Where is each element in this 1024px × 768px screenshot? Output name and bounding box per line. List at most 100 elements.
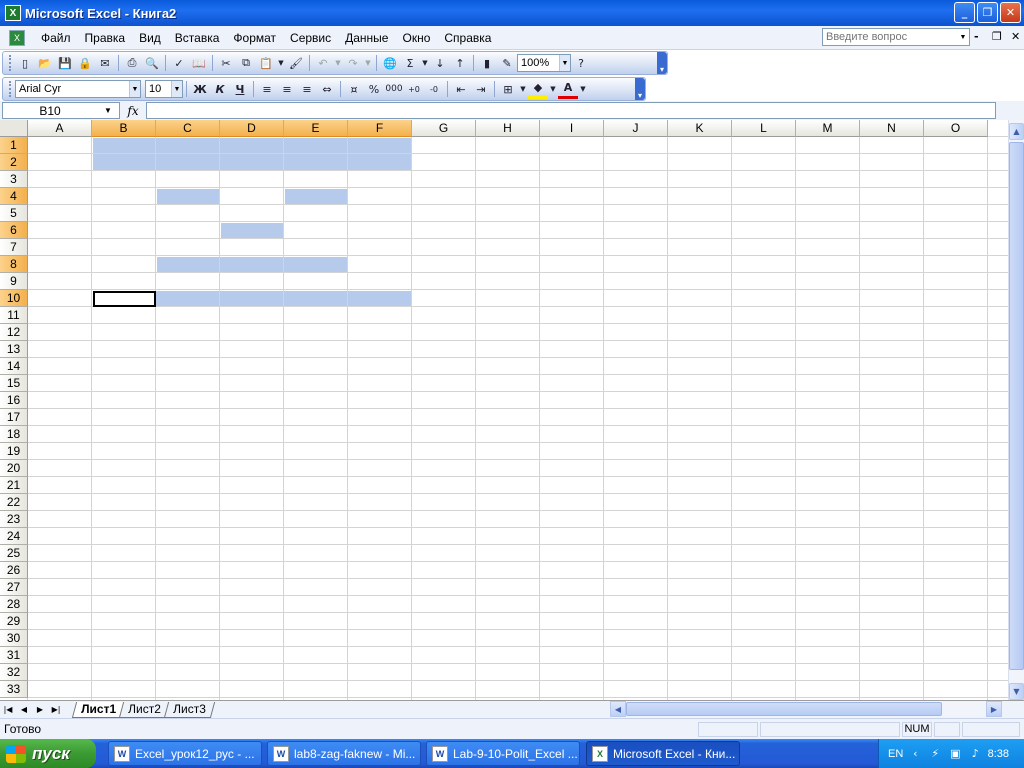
menu-window[interactable]: Окно — [395, 28, 437, 48]
taskbar-item-lab9-10[interactable]: W Lab-9-10-Polit_Excel ... — [426, 741, 580, 766]
currency-icon[interactable]: ¤ — [344, 79, 364, 99]
row-header[interactable]: 23 — [0, 511, 28, 528]
autosum-dropdown-icon[interactable]: ▼ — [420, 53, 430, 73]
sheet-tab-1[interactable]: Лист1 — [71, 701, 126, 718]
toolbar-options-icon[interactable]: ▾ — [657, 52, 667, 74]
language-indicator[interactable]: EN — [888, 748, 903, 760]
workbook-icon[interactable]: X — [9, 29, 25, 46]
column-header[interactable]: I — [540, 120, 604, 137]
row-header[interactable]: 8 — [0, 256, 28, 273]
select-all-corner[interactable] — [0, 120, 28, 137]
toolbar-grip[interactable] — [9, 81, 12, 97]
toolbar-grip[interactable] — [9, 55, 12, 71]
minimize-button[interactable]: _ — [954, 2, 975, 23]
row-header[interactable]: 4 — [0, 188, 28, 205]
column-header[interactable]: O — [924, 120, 988, 137]
print-preview-icon[interactable]: 🔍 — [142, 53, 162, 73]
row-header[interactable]: 29 — [0, 613, 28, 630]
column-header[interactable]: B — [92, 120, 156, 137]
column-header[interactable]: K — [668, 120, 732, 137]
new-document-icon[interactable]: ▯ — [15, 53, 35, 73]
redo-icon[interactable]: ↷ — [343, 53, 363, 73]
selected-range[interactable] — [285, 189, 347, 204]
close-button[interactable]: ✕ — [1000, 2, 1021, 23]
autosum-icon[interactable]: Σ — [400, 53, 420, 73]
print-icon[interactable]: ⎙ — [122, 53, 142, 73]
decrease-decimal-icon[interactable]: -0 — [424, 79, 444, 99]
column-header[interactable]: M — [796, 120, 860, 137]
row-header[interactable]: 18 — [0, 426, 28, 443]
scroll-down-icon[interactable]: ▼ — [1009, 683, 1024, 700]
selected-range[interactable] — [157, 257, 347, 272]
row-header[interactable]: 17 — [0, 409, 28, 426]
toolbar-options-icon[interactable]: ▾ — [635, 78, 645, 100]
row-header[interactable]: 14 — [0, 358, 28, 375]
format-painter-icon[interactable]: 🖌 — [286, 53, 306, 73]
save-icon[interactable]: 💾 — [55, 53, 75, 73]
chevron-down-icon[interactable]: ▼ — [171, 81, 182, 97]
menu-data[interactable]: Данные — [338, 28, 395, 48]
restore-button[interactable]: ❐ — [977, 2, 998, 23]
align-right-icon[interactable]: ≡ — [297, 79, 317, 99]
first-sheet-icon[interactable]: |◀ — [0, 705, 16, 714]
column-header[interactable]: J — [604, 120, 668, 137]
vertical-scrollbar[interactable]: ▲ ▼ — [1008, 120, 1024, 700]
paste-dropdown-icon[interactable]: ▼ — [276, 53, 286, 73]
selected-range[interactable] — [157, 189, 219, 204]
column-header[interactable]: E — [284, 120, 348, 137]
font-size-combo[interactable]: 10 ▼ — [145, 80, 183, 98]
row-header[interactable]: 7 — [0, 239, 28, 256]
row-header[interactable]: 30 — [0, 630, 28, 647]
formula-input[interactable] — [146, 102, 996, 119]
row-header[interactable]: 21 — [0, 477, 28, 494]
active-cell[interactable] — [93, 291, 156, 307]
paste-icon[interactable]: 📋 — [256, 53, 276, 73]
fill-color-icon[interactable]: ◆ — [528, 79, 548, 99]
row-header[interactable]: 13 — [0, 341, 28, 358]
percent-icon[interactable]: % — [364, 79, 384, 99]
menu-format[interactable]: Формат — [226, 28, 283, 48]
hyperlink-icon[interactable]: 🌐 — [380, 53, 400, 73]
row-header[interactable]: 25 — [0, 545, 28, 562]
column-header[interactable]: H — [476, 120, 540, 137]
taskbar-item-lab8[interactable]: W lab8-zag-faknew - Mi... — [267, 741, 421, 766]
column-header[interactable]: D — [220, 120, 284, 137]
sheet-tab-2[interactable]: Лист2 — [118, 701, 170, 718]
help-icon[interactable]: ? — [571, 53, 591, 73]
menu-file[interactable]: Файл — [34, 28, 78, 48]
chart-wizard-icon[interactable]: ▮ — [477, 53, 497, 73]
horizontal-scrollbar[interactable]: ◀ ▶ — [610, 701, 1002, 717]
chevron-down-icon[interactable]: ▼ — [129, 81, 140, 97]
undo-icon[interactable]: ↶ — [313, 53, 333, 73]
font-color-icon[interactable]: A — [558, 79, 578, 99]
chevron-down-icon[interactable]: ▼ — [97, 106, 119, 115]
scroll-up-icon[interactable]: ▲ — [1009, 123, 1024, 140]
insert-function-icon[interactable]: fx — [120, 104, 146, 118]
display-icon[interactable]: ▣ — [947, 746, 963, 762]
selected-range[interactable] — [221, 223, 283, 238]
row-header[interactable]: 9 — [0, 273, 28, 290]
row-header[interactable]: 20 — [0, 460, 28, 477]
fill-color-dropdown-icon[interactable]: ▼ — [548, 79, 558, 99]
merge-center-icon[interactable]: ⇔ — [317, 79, 337, 99]
drawing-icon[interactable]: ✎ — [497, 53, 517, 73]
name-box[interactable]: ▼ — [2, 102, 120, 119]
sheet-tab-3[interactable]: Лист3 — [163, 701, 215, 718]
redo-dropdown-icon[interactable]: ▼ — [363, 53, 373, 73]
research-icon[interactable]: 📖 — [189, 53, 209, 73]
help-search-input[interactable] — [823, 29, 957, 45]
row-header[interactable]: 31 — [0, 647, 28, 664]
vertical-scroll-thumb[interactable] — [1009, 142, 1024, 670]
increase-indent-icon[interactable]: ⇥ — [471, 79, 491, 99]
align-center-icon[interactable]: ≡ — [277, 79, 297, 99]
decrease-indent-icon[interactable]: ⇤ — [451, 79, 471, 99]
borders-dropdown-icon[interactable]: ▼ — [518, 79, 528, 99]
next-sheet-icon[interactable]: ▶ — [32, 705, 48, 714]
row-header[interactable]: 33 — [0, 681, 28, 698]
copy-icon[interactable]: ⧉ — [236, 53, 256, 73]
row-header[interactable]: 22 — [0, 494, 28, 511]
column-header[interactable]: N — [860, 120, 924, 137]
expand-tray-icon[interactable]: ‹ — [907, 746, 923, 762]
name-box-input[interactable] — [3, 103, 97, 118]
sort-descending-icon[interactable]: ↑ — [450, 53, 470, 73]
